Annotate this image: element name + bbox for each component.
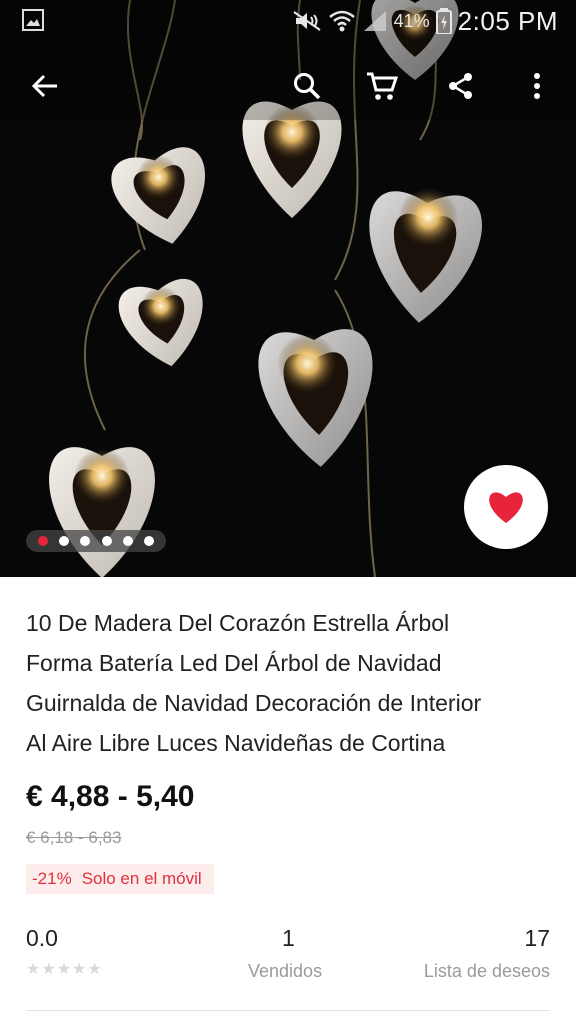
- toolbar: [0, 56, 576, 116]
- carousel-indicator: [26, 530, 166, 552]
- product-image[interactable]: 41% 2:05 PM: [0, 0, 576, 577]
- share-button[interactable]: [437, 62, 485, 110]
- back-button[interactable]: [21, 62, 69, 110]
- title-line: 10 De Madera Del Corazón Estrella Árbol: [26, 610, 450, 636]
- price: € 4,88 - 5,40: [26, 780, 195, 813]
- clock: 2:05 PM: [457, 5, 558, 36]
- signal-icon: [363, 11, 386, 31]
- rating-value: 0.0: [26, 925, 58, 951]
- original-price: € 6,18 - 6,83: [26, 828, 122, 847]
- wishlist-button[interactable]: [464, 465, 548, 549]
- carousel-dot[interactable]: [122, 536, 133, 546]
- rating-stars: ★ ★ ★ ★ ★: [26, 962, 102, 978]
- product-title: 10 De Madera Del Corazón Estrella Árbol …: [26, 603, 556, 763]
- search-button[interactable]: [283, 62, 331, 110]
- cart-icon: [367, 72, 398, 100]
- star-icon: ★: [56, 961, 72, 978]
- title-line: Forma Batería Led Del Árbol de Navidad: [26, 650, 442, 676]
- gallery-icon: [22, 9, 44, 31]
- sold-label: Vendidos: [248, 961, 323, 981]
- promo-badge: -21% Solo en el móvil: [26, 864, 214, 894]
- carousel-dot[interactable]: [80, 536, 91, 546]
- mute-icon: [293, 11, 321, 31]
- more-vert-icon: [534, 73, 540, 99]
- star-icon: ★: [72, 961, 87, 978]
- promo-label: Solo en el móvil: [81, 869, 202, 888]
- carousel-dot[interactable]: [37, 536, 48, 546]
- battery-percent: 41%: [393, 10, 430, 31]
- wishlist-count: 17: [524, 925, 550, 951]
- carousel-dot[interactable]: [58, 536, 69, 546]
- title-line: Al Aire Libre Luces Navideñas de Cortina: [26, 730, 446, 756]
- heart-icon: [489, 492, 523, 523]
- star-icon: ★: [26, 961, 41, 978]
- divider: [26, 1010, 550, 1011]
- star-icon: ★: [87, 961, 102, 978]
- share-icon: [449, 73, 472, 99]
- search-icon: [294, 73, 321, 100]
- product-stats: 0.0 ★ ★ ★ ★ ★ 1 Vendidos 17 Lista de des…: [26, 925, 550, 985]
- star-icon: ★: [41, 961, 56, 978]
- discount-label: -21%: [32, 869, 72, 888]
- title-line: Guirnalda de Navidad Decoración de Inter…: [26, 690, 482, 716]
- status-bar: 41% 2:05 PM: [0, 0, 576, 44]
- sold-count: 1: [282, 925, 295, 951]
- cart-button[interactable]: [358, 62, 406, 110]
- battery-charging-icon: [435, 8, 452, 34]
- carousel-dot[interactable]: [101, 536, 112, 546]
- wifi-icon: [328, 10, 355, 32]
- back-arrow-icon: [31, 74, 57, 98]
- more-options-button[interactable]: [513, 62, 561, 110]
- wishlist-label[interactable]: Lista de deseos: [424, 961, 550, 982]
- carousel-dot[interactable]: [144, 536, 155, 546]
